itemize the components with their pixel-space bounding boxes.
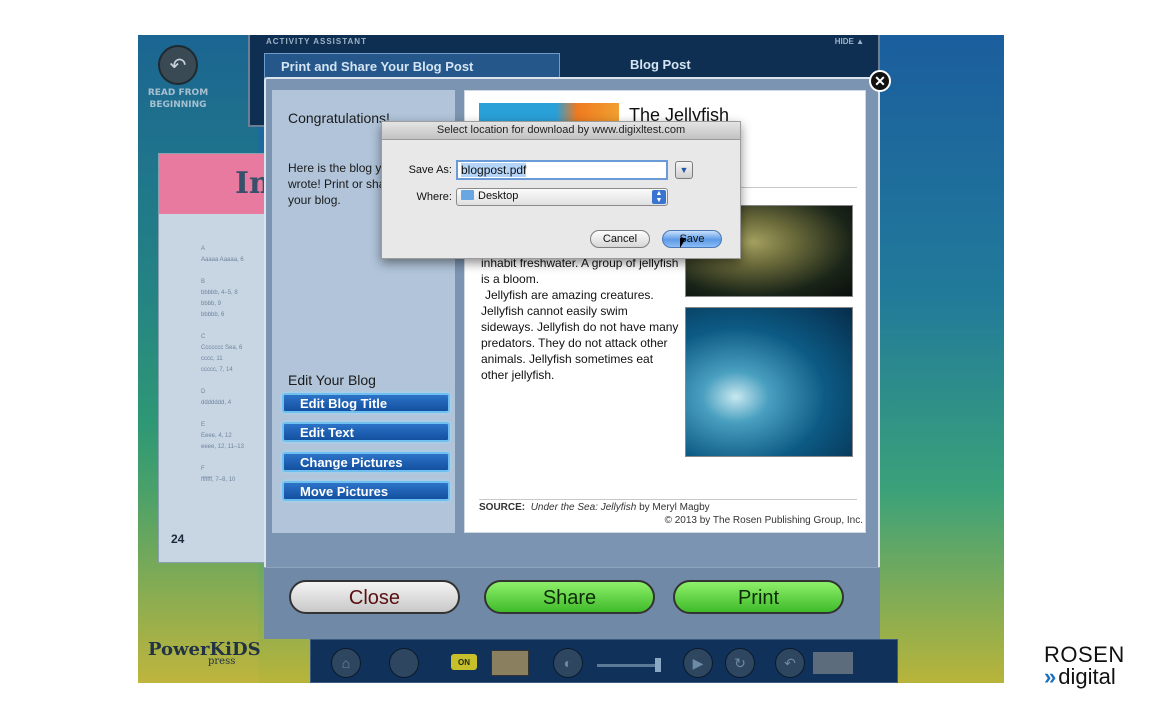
blog-body: inhabit freshwater. A group of jellyfish…: [481, 255, 679, 383]
back-arrow-icon: ↶: [169, 54, 187, 77]
activity-assistant-label: ACTIVITY ASSISTANT: [266, 37, 367, 46]
congratulations-heading: Congratulations!: [288, 110, 390, 126]
replay-icon[interactable]: ↻: [725, 648, 755, 678]
where-select[interactable]: Desktop ▲ ▼: [456, 188, 668, 206]
edit-blog-title-button[interactable]: Edit Blog Title: [282, 393, 450, 413]
play-icon[interactable]: ▶: [683, 648, 713, 678]
volume-slider-track[interactable]: [597, 664, 661, 667]
save-file-dialog: Select location for download by www.digi…: [381, 121, 741, 259]
chevron-right-icon: »: [1044, 664, 1057, 689]
copyright-text: © 2013 by The Rosen Publishing Group, In…: [664, 515, 863, 526]
tab-blog-post[interactable]: Blog Post: [630, 57, 691, 72]
edit-blog-heading: Edit Your Blog: [288, 372, 376, 388]
reader-toolbar: ⌂ ON ◐ ▶ ↻ ↶: [310, 639, 898, 683]
save-button[interactable]: Save: [662, 230, 722, 248]
read-from-beginning-label: READ FROM BEGINNING: [147, 88, 209, 110]
close-button[interactable]: Close: [289, 580, 460, 614]
volume-slider-handle[interactable]: [655, 658, 661, 672]
save-dialog-title: Select location for download by www.digi…: [382, 122, 740, 140]
close-dialog-icon[interactable]: ✕: [869, 70, 891, 92]
toolbar-circle-button[interactable]: [389, 648, 419, 678]
book-page-index-text: A Aaaaa Aaaaa, 6 Bbbbbb, 4–5, 8 bbbb, 9 bbbb…: [201, 246, 244, 483]
rosen-digital-logo: ROSEN »digital: [1044, 644, 1136, 688]
jellyfish-image: [685, 307, 853, 457]
move-pictures-button[interactable]: Move Pictures: [282, 481, 450, 501]
audio-icon[interactable]: ◐: [553, 648, 583, 678]
toolbar-on-toggle[interactable]: ON: [451, 654, 477, 670]
book-page-number: 24: [171, 532, 185, 546]
rosen-logo-line1: ROSEN: [1044, 642, 1125, 667]
home-icon[interactable]: ⌂: [331, 648, 361, 678]
expand-dialog-button[interactable]: ▼: [675, 161, 693, 179]
print-button[interactable]: Print: [673, 580, 844, 614]
mouse-cursor-icon: [680, 238, 686, 248]
blog-paragraph: Jellyfish are amazing creatures. Jellyfi…: [481, 288, 679, 382]
where-value: Desktop: [478, 190, 519, 202]
folder-icon: [461, 190, 474, 200]
edit-text-button[interactable]: Edit Text: [282, 422, 450, 442]
rosen-logo-line2: digital: [1058, 664, 1116, 689]
toolbar-thumbnail-button[interactable]: [491, 650, 529, 676]
read-from-beginning-button[interactable]: ↶: [158, 45, 198, 85]
source-citation: SOURCE: Under the Sea: Jellyfish by Mery…: [479, 502, 710, 513]
blog-paragraph: inhabit freshwater. A group of jellyfish…: [481, 256, 679, 286]
share-button[interactable]: Share: [484, 580, 655, 614]
change-pictures-button[interactable]: Change Pictures: [282, 452, 450, 472]
where-label: Where:: [416, 191, 452, 203]
toolbar-page-field[interactable]: [813, 652, 853, 674]
filename-input[interactable]: blogpost.pdf: [456, 160, 668, 180]
select-arrows-icon: ▲ ▼: [652, 190, 666, 204]
book-page: In A Aaaaa Aaaaa, 6 Bbbbbb, 4–5, 8 bbbb, 9b…: [158, 153, 271, 563]
cancel-button[interactable]: Cancel: [590, 230, 650, 248]
chevron-down-icon: ▼: [679, 165, 689, 175]
tab-print-and-share[interactable]: Print and Share Your Blog Post: [264, 53, 560, 79]
previous-icon[interactable]: ↶: [775, 648, 805, 678]
publisher-logo: PowerKiDS press: [148, 639, 261, 667]
source-divider: [479, 499, 857, 500]
save-as-label: Save As:: [408, 164, 452, 176]
activity-hide-toggle[interactable]: HIDE ▲: [835, 37, 864, 46]
